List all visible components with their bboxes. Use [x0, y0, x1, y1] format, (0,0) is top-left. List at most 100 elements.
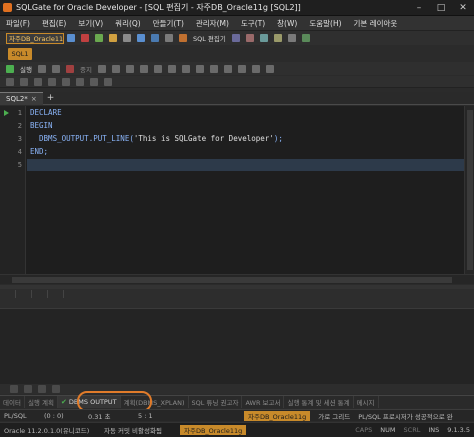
status-ins: INS [428, 426, 440, 434]
status-db-version: Oracle 11.2.0.1.0(유니코드) [4, 427, 90, 435]
tool6-icon[interactable] [301, 34, 310, 42]
stop-icon[interactable] [65, 64, 74, 73]
run-script-icon[interactable] [51, 64, 60, 73]
refresh-icon[interactable] [123, 34, 131, 42]
current-line-highlight [27, 159, 464, 171]
tab-session-stats[interactable]: 실행 통계 및 세션 통계 [284, 396, 354, 408]
status-connection-2: 자주DB_Oracle11g [180, 425, 247, 435]
menu-tools[interactable]: 도구(T) [235, 18, 271, 29]
tab-dbms-output[interactable]: ✔ DBMS OUTPUT [57, 396, 121, 408]
tab-run-plan[interactable]: 실행 계획 [25, 396, 58, 408]
cut-icon[interactable] [6, 77, 14, 86]
find-icon[interactable] [223, 64, 232, 73]
output-tool-icon[interactable] [32, 290, 48, 298]
scrollbar-thumb[interactable] [467, 110, 473, 270]
menu-view[interactable]: 보기(V) [72, 18, 109, 29]
next-icon[interactable] [38, 385, 46, 393]
tool2-icon[interactable] [245, 34, 254, 42]
editor-vertical-scrollbar[interactable] [464, 106, 474, 274]
output-tool-icon[interactable] [48, 290, 64, 298]
sql-editor-button[interactable]: SQL 편집기 [193, 33, 226, 43]
minimize-button[interactable]: – [408, 0, 430, 16]
redo-icon[interactable] [62, 77, 70, 86]
output-subtoolbar [0, 299, 474, 308]
tool4-icon[interactable] [273, 34, 282, 42]
prev-icon[interactable] [24, 385, 32, 393]
run-button[interactable]: 실행 [20, 64, 32, 74]
options-icon[interactable] [265, 64, 274, 73]
format-icon[interactable] [97, 64, 106, 73]
menu-layout[interactable]: 기본 레이아웃 [348, 18, 404, 29]
wrap-icon[interactable] [104, 77, 112, 86]
menu-create[interactable]: 만들기(T) [147, 18, 190, 29]
lower-icon[interactable] [181, 64, 190, 73]
tool1-icon[interactable] [231, 34, 240, 42]
code-string: 'This is SQLGate for Developer' [133, 134, 274, 143]
output-tool-icon[interactable] [16, 290, 32, 298]
connection-tab[interactable]: SQL1 [8, 48, 32, 60]
window-title: SQLGate for Oracle Developer - [SQL 편집기 … [16, 3, 301, 12]
save-icon[interactable] [151, 34, 159, 42]
commit-icon[interactable] [95, 34, 103, 42]
paste-icon[interactable] [34, 77, 42, 86]
editor-horizontal-scrollbar[interactable] [0, 274, 474, 284]
tab-sql-tuning[interactable]: SQL 튜닝 권고자 [189, 396, 243, 408]
tab-message[interactable]: 메시지 [354, 396, 379, 408]
menu-admin[interactable]: 관리자(M) [190, 18, 235, 29]
tab-label: DBMS OUTPUT [68, 398, 117, 406]
maximize-button[interactable]: □ [430, 0, 452, 16]
tool5-icon[interactable] [287, 34, 296, 42]
run-step-icon[interactable] [37, 64, 46, 73]
upper-icon[interactable] [167, 64, 176, 73]
select-all-icon[interactable] [76, 77, 84, 86]
indent-icon[interactable] [139, 64, 148, 73]
sql-editor[interactable]: 1 2 3 4 5 DECLARE BEGIN DBMS_OUTPUT.PUT_… [0, 106, 464, 274]
menu-window[interactable]: 창(W) [271, 18, 303, 29]
tab-xplan[interactable]: 계획(DBMS_XPLAN) [121, 396, 189, 408]
status-caps: CAPS [355, 426, 373, 434]
menu-help[interactable]: 도움말(H) [303, 18, 347, 29]
uncomment-icon[interactable] [125, 64, 134, 73]
sql-editor-icon[interactable] [179, 34, 187, 42]
rollback-icon[interactable] [109, 34, 117, 42]
undo-icon[interactable] [48, 77, 56, 86]
output-tool-icon[interactable] [0, 290, 16, 298]
status-grid-mode[interactable]: 가로 그리드 [314, 411, 354, 421]
copy-icon[interactable] [20, 77, 28, 86]
replace-icon[interactable] [237, 64, 246, 73]
history-icon[interactable] [195, 64, 204, 73]
app-logo-icon [3, 3, 12, 12]
status-language: PL/SQL [4, 411, 27, 420]
tab-data[interactable]: 데이터 [0, 396, 25, 408]
explain-icon[interactable] [209, 64, 218, 73]
menu-file[interactable]: 파일(F) [0, 18, 36, 29]
outdent-icon[interactable] [153, 64, 162, 73]
stop-button[interactable]: 중지 [80, 64, 92, 74]
connection-select[interactable]: 자주DB_Oracle11g [6, 32, 64, 44]
tool3-icon[interactable] [259, 34, 268, 42]
last-icon[interactable] [52, 385, 60, 393]
scrollbar-thumb[interactable] [12, 277, 452, 283]
first-icon[interactable] [10, 385, 18, 393]
tab-awr[interactable]: AWR 보고서 [242, 396, 285, 408]
disconnect-icon[interactable] [81, 34, 89, 42]
add-tab-icon[interactable]: + [47, 93, 55, 103]
dbms-output-panel[interactable] [0, 308, 474, 384]
close-button[interactable]: ✕ [452, 0, 474, 16]
check-icon: ✔ [60, 398, 67, 406]
goto-icon[interactable] [90, 77, 98, 86]
menu-query[interactable]: 쿼리(Q) [109, 18, 147, 29]
code-line-1: DECLARE [30, 108, 62, 117]
status-scrl: SCRL [403, 426, 421, 434]
comment-icon[interactable] [111, 64, 120, 73]
tab-sql2[interactable]: SQL2* × [0, 91, 43, 105]
code-token: ); [273, 134, 283, 143]
bookmark-icon[interactable] [251, 64, 260, 73]
tab-close-icon[interactable]: × [31, 95, 37, 103]
schema-icon[interactable] [165, 34, 173, 42]
query-toolbar: 실행 중지 [0, 62, 474, 75]
new-connection-icon[interactable] [67, 34, 75, 42]
menu-edit[interactable]: 편집(E) [36, 18, 72, 29]
run-icon[interactable] [6, 64, 14, 73]
open-file-icon[interactable] [137, 34, 145, 42]
